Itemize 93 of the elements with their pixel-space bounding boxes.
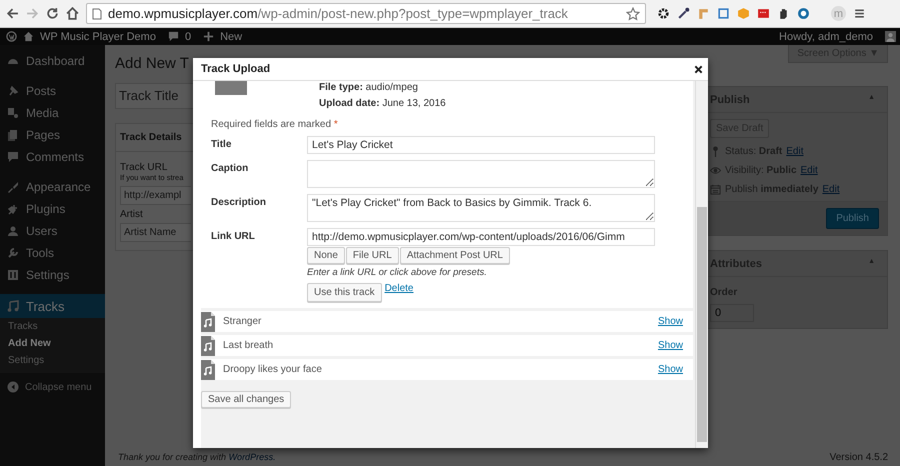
sidebar-item[interactable]: Dashboard [0,50,105,72]
input-field[interactable]: http://exampl [120,186,191,205]
music-note-icon [7,300,19,312]
field-label: Caption [211,162,250,176]
wordpress-link[interactable]: WordPress. [228,452,276,462]
field-label: Artist [120,209,144,220]
input-field[interactable]: Let's Play Cricket [307,136,655,154]
pin-icon [7,85,19,97]
sidebar-item[interactable]: Appearance [0,176,105,198]
speech-bubble-icon [168,31,179,42]
sidebar-item[interactable]: Media [0,102,105,124]
pages-icon [7,129,19,141]
link-preset-button[interactable]: Attachment Post URL [400,247,510,264]
input-field[interactable]: Artist Name [120,223,191,242]
required-note: Required fields are marked [211,119,332,130]
version-text: Version 4.5.2 [830,452,888,462]
field-label: Title [211,138,232,152]
frame-icon[interactable] [717,7,730,20]
pin-icon [710,146,721,157]
submenu-item[interactable]: Settings [0,352,105,369]
file-thumbnail [215,81,247,95]
edit-link[interactable]: Edit [786,146,804,157]
sidebar-item[interactable]: Plugins [0,198,105,220]
back-icon[interactable] [6,7,19,20]
avatar-icon [885,31,896,42]
sliders-icon [7,269,19,281]
field-label: Track URL [120,162,168,173]
file-type: File type: audio/mpeg [319,81,419,95]
submenu-item[interactable]: Tracks [0,318,105,335]
greeting-link[interactable]: Howdy, adm_demo [779,30,873,42]
scrollbar[interactable] [695,81,708,448]
profile-button[interactable]: m [831,6,846,21]
field-label: Description [211,196,268,210]
publish-button[interactable]: Publish [826,208,879,229]
link-hint: Enter a link URL or click above for presets. [307,267,488,278]
show-link[interactable]: Show [658,364,683,375]
sidebar-item[interactable]: Tracks [0,294,105,318]
track-name: Last breath [223,340,274,351]
eye-icon [710,165,721,176]
gear-icon[interactable] [657,7,670,20]
text-area[interactable]: "Let's Play Cricket" from Back to Basics by Gimmik. Track 6. [307,194,655,222]
plus-icon [203,31,214,42]
close-icon[interactable] [694,64,703,74]
home-icon [23,31,34,42]
collapse-icon [7,381,19,393]
star-icon[interactable] [626,6,640,20]
media-icon [7,107,19,119]
title-field[interactable]: Track Title [115,83,193,109]
sidebar-item[interactable]: Settings [0,264,105,286]
track-name: Droopy likes your face [223,364,323,375]
sidebar-item[interactable]: Users [0,220,105,242]
address-bar[interactable]: demo.wpmusicplayer.com/wp-admin/post-new.php?post_type=wpmplayer_track [86,3,646,24]
eye-circle-icon[interactable] [797,7,810,20]
show-link[interactable]: Show [658,316,683,327]
show-link[interactable]: Show [658,340,683,351]
new-link[interactable]: New [220,30,242,42]
input-field[interactable]: http://demo.wpmusicplayer.com/wp-content/uploads/2016/06/Gimm [307,228,655,246]
extension-icon[interactable] [757,7,770,20]
field-label: Link URL [211,230,256,244]
plug-icon [7,203,19,215]
wrench-icon [7,247,19,259]
home-icon[interactable] [66,7,79,20]
sidebar-item[interactable]: Comments [0,146,105,168]
sidebar-item[interactable]: Posts [0,80,105,102]
scrollbar-thumb[interactable] [697,207,707,442]
page-icon [92,8,102,20]
menu-icon[interactable] [853,7,866,20]
required-mark: * [334,119,338,130]
submenu-item[interactable]: Add New [0,335,105,352]
calendar-icon [710,184,721,195]
eyedropper-icon[interactable] [677,7,690,20]
collapse-menu-button[interactable]: Collapse menu [0,373,105,401]
sidebar-item[interactable]: Pages [0,124,105,146]
wordpress-logo-icon[interactable] [6,31,17,42]
link-preset-button[interactable]: File URL [346,247,399,264]
sidebar-item[interactable]: Tools [0,242,105,264]
edit-link[interactable]: Edit [800,165,818,176]
edit-link[interactable]: Edit [822,184,840,195]
track-name: Stranger [223,316,262,327]
delete-link[interactable]: Delete [384,283,414,294]
upload-date: Upload date: June 13, 2016 [319,97,446,111]
order-field[interactable]: 0 [710,304,754,322]
use-track-button[interactable]: Use this track [307,283,382,302]
site-name-link[interactable]: WP Music Player Demo [40,30,156,42]
person-icon [7,225,19,237]
link-preset-button[interactable]: None [307,247,345,264]
dialog-title: Track Upload [201,63,270,75]
comment-count[interactable]: 0 [184,30,192,42]
save-all-button[interactable]: Save all changes [201,391,292,408]
page-heading: Add New T [115,55,190,72]
speech-bubble-icon [7,151,19,163]
reload-icon[interactable] [46,7,59,20]
footer-thanks: Thank you for creating with WordPress. [118,452,276,462]
